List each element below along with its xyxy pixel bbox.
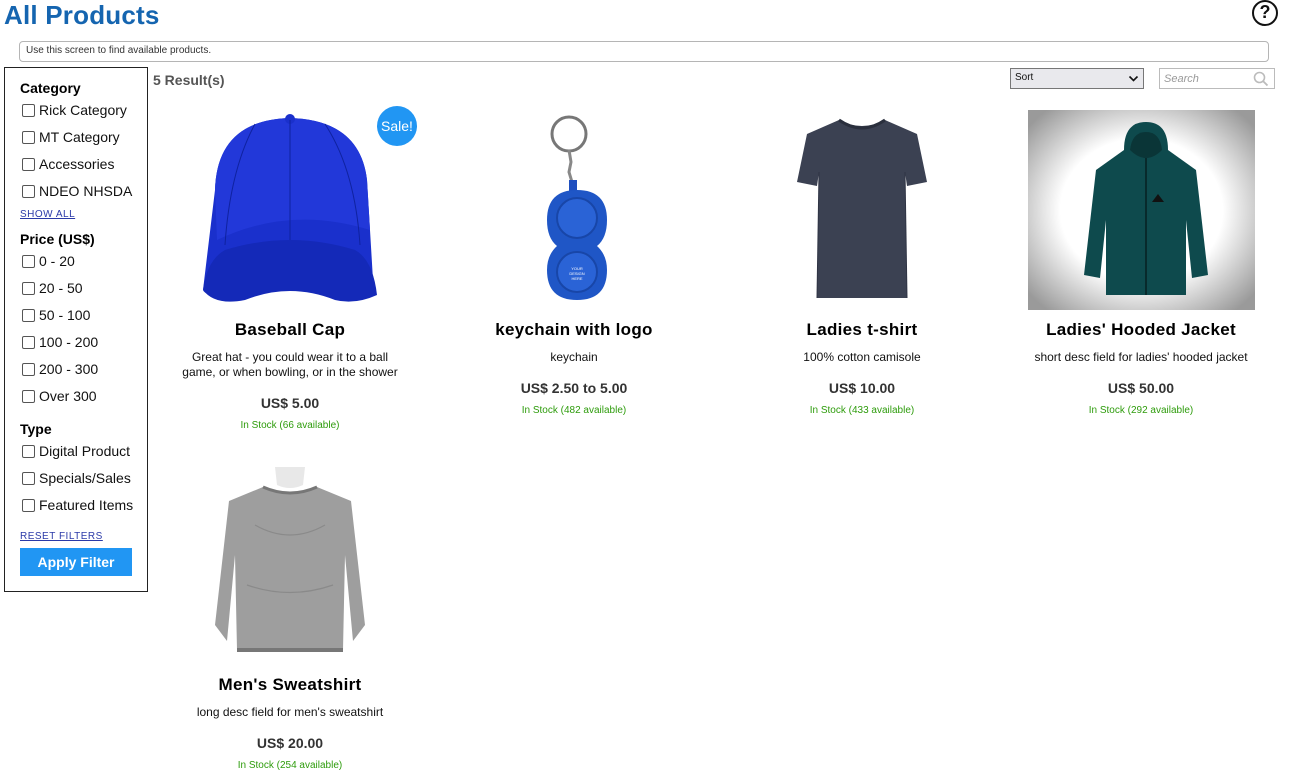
sale-badge: Sale! [377, 106, 417, 146]
product-description: Great hat - you could wear it to a ball … [182, 350, 398, 379]
filter-price-20-50[interactable]: 20 - 50 [22, 279, 83, 297]
filter-label: NDEO NHSDA [39, 183, 133, 199]
search-input[interactable]: Search [1159, 68, 1275, 89]
product-stock: In Stock (433 available) [809, 405, 915, 416]
product-name[interactable]: Men's Sweatshirt [155, 675, 425, 695]
checkbox[interactable] [22, 254, 35, 268]
price-heading: Price (US$) [20, 231, 95, 247]
product-image-hooded-jacket[interactable] [1006, 110, 1276, 310]
filter-label: Rick Category [39, 102, 127, 118]
filter-category-mt[interactable]: MT Category [22, 128, 120, 146]
product-stock: In Stock (292 available) [1088, 405, 1194, 416]
filter-price-0-20[interactable]: 0 - 20 [22, 252, 75, 270]
filter-label: 0 - 20 [39, 253, 75, 269]
checkbox[interactable] [22, 389, 35, 403]
filter-type-digital[interactable]: Digital Product [22, 442, 130, 460]
product-name[interactable]: Baseball Cap [155, 320, 425, 340]
show-all-link[interactable]: SHOW ALL [20, 209, 75, 220]
checkbox[interactable] [22, 130, 35, 144]
filter-label: Accessories [39, 156, 115, 172]
result-count: 5 Result(s) [153, 72, 225, 88]
checkbox[interactable] [22, 281, 35, 295]
filter-price-200-300[interactable]: 200 - 300 [22, 360, 98, 378]
chevron-down-icon [1128, 75, 1139, 82]
filter-category-ndeo[interactable]: NDEO NHSDA [22, 182, 132, 200]
checkbox[interactable] [22, 103, 35, 117]
product-price: US$ 50.00 [1107, 380, 1175, 396]
checkbox[interactable] [22, 184, 35, 198]
checkbox[interactable] [22, 471, 35, 485]
filter-panel: Category Rick Category MT Category Acces… [4, 67, 148, 592]
filter-label: Featured Items [39, 497, 134, 513]
filter-label: 50 - 100 [39, 307, 91, 323]
category-heading: Category [20, 80, 81, 96]
help-icon[interactable]: ? [1252, 0, 1278, 26]
sort-value: Sort [1015, 72, 1034, 83]
filter-label: MT Category [39, 129, 120, 145]
checkbox[interactable] [22, 157, 35, 171]
filter-label: 100 - 200 [39, 334, 99, 350]
filter-label: Over 300 [39, 388, 97, 404]
filter-category-accessories[interactable]: Accessories [22, 155, 114, 173]
product-name[interactable]: Ladies' Hooded Jacket [1006, 320, 1276, 340]
product-price: US$ 2.50 to 5.00 [520, 380, 628, 396]
product-description: long desc field for men's sweatshirt [196, 705, 384, 719]
search-placeholder: Search [1164, 73, 1199, 85]
product-price: US$ 5.00 [260, 395, 320, 411]
filter-price-over-300[interactable]: Over 300 [22, 387, 97, 405]
product-name[interactable]: Ladies t-shirt [727, 320, 997, 340]
reset-filters-link[interactable]: RESET FILTERS [20, 531, 103, 542]
product-image-ladies-tshirt[interactable] [727, 110, 997, 310]
checkbox[interactable] [22, 362, 35, 376]
product-stock: In Stock (66 available) [240, 420, 340, 431]
filter-label: 20 - 50 [39, 280, 83, 296]
apply-filter-button[interactable]: Apply Filter [20, 548, 132, 576]
info-text: Use this screen to find available produc… [26, 45, 212, 56]
product-name[interactable]: keychain with logo [439, 320, 709, 340]
checkbox[interactable] [22, 498, 35, 512]
product-description: keychain [550, 350, 598, 364]
filter-category-rick[interactable]: Rick Category [22, 101, 127, 119]
checkbox[interactable] [22, 308, 35, 322]
filter-label: Specials/Sales [39, 470, 131, 486]
product-image-keychain[interactable]: YOUR DESIGN HERE [439, 110, 709, 310]
product-stock: In Stock (482 available) [521, 405, 627, 416]
checkbox[interactable] [22, 444, 35, 458]
filter-price-100-200[interactable]: 100 - 200 [22, 333, 98, 351]
page-title: All Products [4, 0, 160, 30]
product-stock: In Stock (254 available) [237, 760, 343, 771]
keychain-imprint-text: HERE [571, 276, 582, 281]
product-description: short desc field for ladies' hooded jack… [1034, 350, 1248, 364]
filter-price-50-100[interactable]: 50 - 100 [22, 306, 90, 324]
product-price: US$ 10.00 [828, 380, 896, 396]
product-price: US$ 20.00 [256, 735, 324, 751]
filter-label: 200 - 300 [39, 361, 99, 377]
info-bar: Use this screen to find available produc… [19, 41, 1269, 62]
filter-label: Digital Product [39, 443, 131, 459]
checkbox[interactable] [22, 335, 35, 349]
type-heading: Type [20, 421, 52, 437]
filter-type-specials[interactable]: Specials/Sales [22, 469, 131, 487]
product-description: 100% cotton camisole [803, 350, 921, 364]
sort-select[interactable]: Sort [1010, 68, 1144, 89]
filter-type-featured[interactable]: Featured Items [22, 496, 133, 514]
product-image-mens-sweatshirt[interactable] [155, 465, 425, 665]
search-icon[interactable] [1253, 71, 1269, 87]
